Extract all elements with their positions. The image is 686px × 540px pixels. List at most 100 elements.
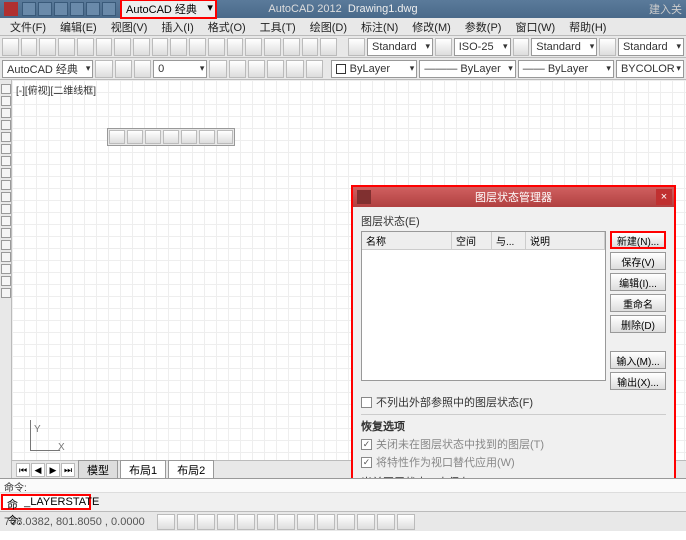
tool-icon[interactable]: [133, 38, 150, 56]
menu-modify[interactable]: 修改(M): [406, 19, 457, 35]
tab-model[interactable]: 模型: [78, 460, 118, 479]
draw-tool-icon[interactable]: [1, 180, 11, 190]
tab-nav-next-icon[interactable]: ▶: [46, 463, 60, 477]
menu-dim[interactable]: 标注(N): [355, 19, 404, 35]
qat-new-icon[interactable]: [22, 2, 36, 16]
annot-icon[interactable]: [513, 38, 530, 56]
menu-param[interactable]: 参数(P): [459, 19, 508, 35]
xref-checkbox[interactable]: [361, 397, 372, 408]
new-button[interactable]: 新建(N)...: [610, 231, 666, 249]
drawing-canvas[interactable]: [-][俯视][二维线框] YX ⏮ ◀ ▶ ⏭ 模型 布局1 布局2 图层状态…: [12, 80, 686, 478]
tool-icon[interactable]: [283, 38, 300, 56]
draw-tool-icon[interactable]: [1, 264, 11, 274]
tool-icon[interactable]: [208, 38, 225, 56]
layer-tool-icon[interactable]: [95, 60, 112, 78]
opt1-checkbox[interactable]: ✓: [361, 439, 372, 450]
menu-insert[interactable]: 插入(I): [155, 19, 199, 35]
tool-icon[interactable]: [227, 38, 244, 56]
status-toggle-icon[interactable]: [277, 514, 295, 530]
tool-icon[interactable]: [245, 38, 262, 56]
float-tool-icon[interactable]: [181, 130, 197, 144]
status-toggle-icon[interactable]: [297, 514, 315, 530]
layer-tool-icon[interactable]: [248, 60, 265, 78]
save-button[interactable]: 保存(V): [610, 252, 666, 270]
edit-button[interactable]: 编辑(I)...: [610, 273, 666, 291]
import-button[interactable]: 输入(M)...: [610, 351, 666, 369]
tool-icon[interactable]: [114, 38, 131, 56]
col-desc[interactable]: 说明: [526, 232, 605, 249]
close-icon[interactable]: ×: [656, 189, 672, 205]
lineweight-dropdown[interactable]: —— ByLayer: [518, 60, 614, 78]
menu-format[interactable]: 格式(O): [202, 19, 252, 35]
draw-tool-icon[interactable]: [1, 168, 11, 178]
tool-icon[interactable]: [58, 38, 75, 56]
float-tool-icon[interactable]: [217, 130, 233, 144]
tool-icon[interactable]: [21, 38, 38, 56]
draw-tool-icon[interactable]: [1, 156, 11, 166]
search-hint[interactable]: 建入关: [649, 1, 682, 17]
draw-tool-icon[interactable]: [1, 276, 11, 286]
dim-style-dropdown[interactable]: ISO-25: [454, 38, 511, 56]
tab-layout2[interactable]: 布局2: [168, 460, 214, 479]
tab-nav-prev-icon[interactable]: ◀: [31, 463, 45, 477]
tab-nav-last-icon[interactable]: ⏭: [61, 463, 75, 477]
draw-tool-icon[interactable]: [1, 108, 11, 118]
draw-tool-icon[interactable]: [1, 132, 11, 142]
float-tool-icon[interactable]: [199, 130, 215, 144]
draw-tool-icon[interactable]: [1, 204, 11, 214]
draw-tool-icon[interactable]: [1, 120, 11, 130]
col-name[interactable]: 名称: [362, 232, 452, 249]
rename-button[interactable]: 重命名: [610, 294, 666, 312]
status-toggle-icon[interactable]: [397, 514, 415, 530]
col-same[interactable]: 与...: [492, 232, 526, 249]
tool-icon[interactable]: [264, 38, 281, 56]
menu-draw[interactable]: 绘图(D): [304, 19, 353, 35]
layer-dropdown[interactable]: 0: [153, 60, 207, 78]
menu-tools[interactable]: 工具(T): [254, 19, 302, 35]
states-list[interactable]: 名称 空间 与... 说明: [361, 231, 606, 381]
tool-icon[interactable]: [170, 38, 187, 56]
qat-redo-icon[interactable]: [102, 2, 116, 16]
draw-tool-icon[interactable]: [1, 192, 11, 202]
draw-tool-icon[interactable]: [1, 288, 11, 298]
layer-tool-icon[interactable]: [229, 60, 246, 78]
dialog-titlebar[interactable]: 图层状态管理器 ×: [353, 187, 674, 207]
menu-view[interactable]: 视图(V): [105, 19, 154, 35]
status-toggle-icon[interactable]: [197, 514, 215, 530]
float-tool-icon[interactable]: [127, 130, 143, 144]
layer-tool-icon[interactable]: [267, 60, 284, 78]
menu-help[interactable]: 帮助(H): [563, 19, 612, 35]
layer-tool-icon[interactable]: [209, 60, 226, 78]
col-space[interactable]: 空间: [452, 232, 492, 249]
status-toggle-icon[interactable]: [217, 514, 235, 530]
layer-tool-icon[interactable]: [134, 60, 151, 78]
mleader-style-dropdown[interactable]: Standard: [618, 38, 684, 56]
layer-tool-icon[interactable]: [115, 60, 132, 78]
tab-nav-first-icon[interactable]: ⏮: [16, 463, 30, 477]
status-toggle-icon[interactable]: [337, 514, 355, 530]
layer-tool-icon[interactable]: [286, 60, 303, 78]
draw-tool-icon[interactable]: [1, 228, 11, 238]
color-dropdown[interactable]: ByLayer: [331, 60, 418, 78]
tool-icon[interactable]: [189, 38, 206, 56]
status-toggle-icon[interactable]: [257, 514, 275, 530]
command-line[interactable]: 命令: _LAYERSTATE: [1, 494, 91, 510]
workspace-dropdown[interactable]: AutoCAD 经典: [120, 0, 217, 19]
workspace-dropdown-2[interactable]: AutoCAD 经典: [2, 60, 93, 78]
qat-save-icon[interactable]: [54, 2, 68, 16]
tool-icon[interactable]: [302, 38, 319, 56]
tab-layout1[interactable]: 布局1: [120, 460, 166, 479]
export-button[interactable]: 输出(X)...: [610, 372, 666, 390]
delete-button[interactable]: 删除(D): [610, 315, 666, 333]
status-toggle-icon[interactable]: [377, 514, 395, 530]
status-toggle-icon[interactable]: [157, 514, 175, 530]
annot-icon[interactable]: [599, 38, 616, 56]
status-toggle-icon[interactable]: [357, 514, 375, 530]
status-toggle-icon[interactable]: [177, 514, 195, 530]
tool-icon[interactable]: [77, 38, 94, 56]
menu-file[interactable]: 文件(F): [4, 19, 52, 35]
opt2-checkbox[interactable]: ✓: [361, 457, 372, 468]
floating-toolbar[interactable]: [107, 128, 235, 146]
draw-tool-icon[interactable]: [1, 240, 11, 250]
app-icon[interactable]: [4, 2, 18, 16]
